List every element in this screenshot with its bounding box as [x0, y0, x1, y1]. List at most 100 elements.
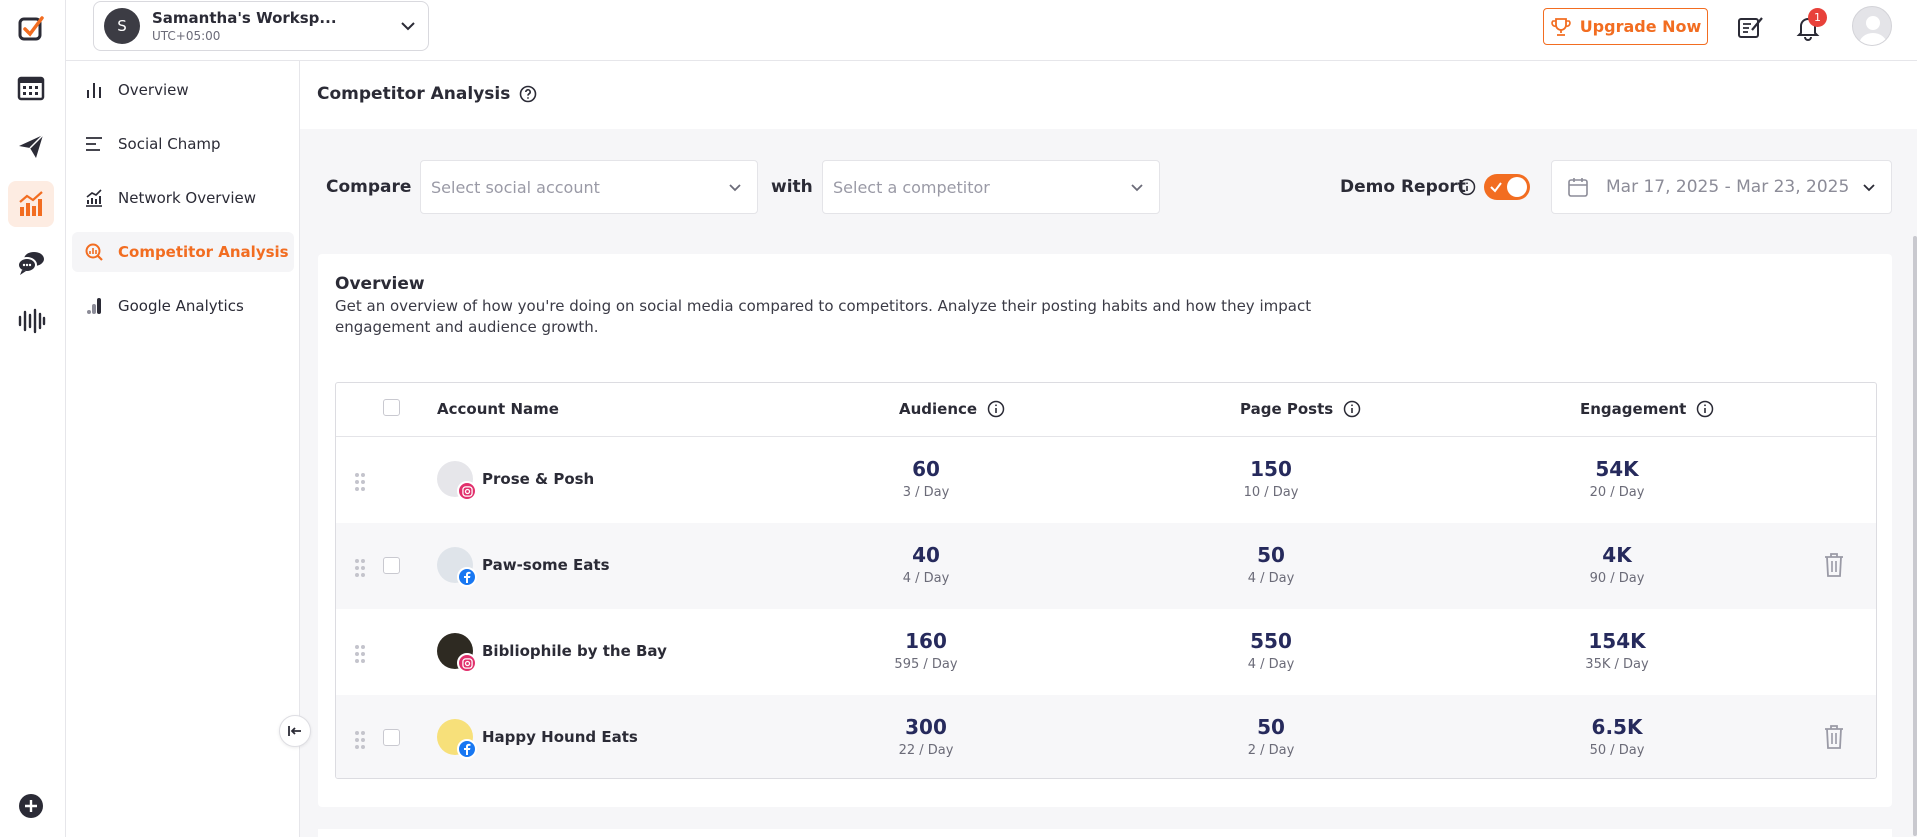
row-checkbox[interactable] — [383, 729, 400, 746]
demo-report-toggle[interactable] — [1484, 174, 1530, 200]
notification-bell-icon[interactable]: 1 — [1791, 8, 1827, 44]
engagement-metric: 154K 35K / Day — [1542, 629, 1692, 672]
drag-handle-icon[interactable] — [353, 557, 367, 579]
info-icon[interactable] — [1696, 400, 1714, 418]
account-avatar — [437, 547, 477, 587]
metric-rate: 35K / Day — [1585, 657, 1649, 672]
social-account-placeholder: Select social account — [431, 177, 600, 197]
metric-value: 60 — [912, 457, 940, 481]
engagement-metric: 54K 20 / Day — [1542, 457, 1692, 500]
metric-rate: 3 / Day — [902, 485, 950, 500]
filter-bar: Compare Select social account with Selec… — [326, 160, 1892, 215]
column-label: Account Name — [437, 400, 559, 418]
chevron-down-icon — [729, 184, 741, 192]
add-icon[interactable] — [8, 783, 54, 829]
metric-value: 50 — [1257, 543, 1285, 567]
overview-title: Overview — [335, 274, 425, 294]
select-all-checkbox[interactable] — [383, 399, 400, 416]
app-root: S Samantha's Worksp... UTC+05:00 Upgrade… — [0, 0, 1917, 837]
drag-handle-icon[interactable] — [353, 643, 367, 665]
page-title-text: Competitor Analysis — [317, 84, 511, 104]
page-header: Competitor Analysis — [300, 61, 1917, 129]
logo-icon[interactable] — [8, 6, 54, 52]
engagement-metric: 4K 90 / Day — [1542, 543, 1692, 586]
user-avatar[interactable] — [1852, 6, 1892, 46]
metric-value: 54K — [1595, 457, 1639, 481]
posts-metric: 50 2 / Day — [1196, 715, 1346, 758]
next-section-card — [318, 829, 1892, 837]
account-name: Paw-some Eats — [482, 556, 610, 574]
account-name: Prose & Posh — [482, 470, 595, 488]
column-label: Engagement — [1580, 400, 1687, 418]
table-row: Prose & Posh 60 3 / Day 150 10 / Day 54K 20… — [336, 437, 1876, 523]
overview-description: Get an overview of how you're doing on s… — [335, 297, 1312, 336]
column-audience: Audience — [899, 400, 1005, 418]
workspace-selector[interactable]: S Samantha's Worksp... UTC+05:00 — [93, 1, 429, 51]
competitor-table: Account Name Audience Page Posts Engagem… — [335, 382, 1877, 779]
metric-rate: 4 / Day — [902, 571, 950, 586]
metric-rate: 90 / Day — [1589, 571, 1645, 586]
icon-rail — [0, 0, 66, 837]
metric-rate: 595 / Day — [894, 657, 958, 672]
analytics-icon[interactable] — [8, 181, 54, 227]
column-engagement: Engagement — [1580, 400, 1714, 418]
posts-metric: 550 4 / Day — [1196, 629, 1346, 672]
table-row: Bibliophile by the Bay 160 595 / Day 550 4… — [336, 609, 1876, 695]
upgrade-button[interactable]: Upgrade Now — [1543, 8, 1708, 45]
facebook-icon — [457, 739, 477, 759]
metric-value: 550 — [1250, 629, 1292, 653]
competitor-select[interactable]: Select a competitor — [822, 160, 1160, 214]
subnav-item-label: Network Overview — [118, 189, 257, 207]
account-avatar — [437, 633, 477, 673]
audio-wave-icon[interactable] — [8, 298, 54, 344]
info-icon[interactable] — [1343, 400, 1361, 418]
demo-report-label: Demo Report — [1340, 177, 1466, 197]
metric-value: 300 — [905, 715, 947, 739]
audience-metric: 300 22 / Day — [851, 715, 1001, 758]
subnav-item-overview[interactable]: Overview — [72, 70, 294, 110]
audience-metric: 160 595 / Day — [851, 629, 1001, 672]
calendar-icon[interactable] — [8, 65, 54, 111]
workspace-avatar: S — [104, 8, 140, 44]
competitor-placeholder: Select a competitor — [833, 177, 990, 197]
collapse-sidebar-button[interactable] — [279, 715, 311, 747]
metric-value: 40 — [912, 543, 940, 567]
help-icon[interactable] — [519, 85, 537, 103]
page-scrollbar[interactable] — [1913, 236, 1917, 836]
account-name: Bibliophile by the Bay — [482, 642, 667, 660]
subnav-item-social-champ[interactable]: Social Champ — [72, 124, 294, 164]
info-icon[interactable] — [1458, 178, 1476, 196]
bar-chart-icon — [87, 83, 101, 98]
date-range-value: Mar 17, 2025 - Mar 23, 2025 — [1606, 177, 1850, 197]
metric-rate: 4 / Day — [1247, 657, 1295, 672]
date-range-picker[interactable]: Mar 17, 2025 - Mar 23, 2025 — [1551, 160, 1892, 214]
column-page-posts: Page Posts — [1240, 400, 1361, 418]
drag-handle-icon[interactable] — [353, 729, 367, 751]
column-account-name: Account Name — [437, 400, 559, 418]
metric-value: 4K — [1602, 543, 1632, 567]
metric-rate: 2 / Day — [1247, 743, 1295, 758]
subnav-item-network-overview[interactable]: Network Overview — [72, 178, 294, 218]
info-icon[interactable] — [987, 400, 1005, 418]
drag-handle-icon[interactable] — [353, 471, 367, 493]
workspace-name: Samantha's Worksp... — [152, 9, 337, 27]
compare-label: Compare — [326, 177, 412, 197]
chevron-down-icon — [401, 22, 415, 31]
subnav-item-label: Overview — [118, 81, 189, 99]
column-label: Page Posts — [1240, 400, 1334, 418]
metric-value: 50 — [1257, 715, 1285, 739]
metric-value: 160 — [905, 629, 947, 653]
chevron-down-icon — [1863, 184, 1875, 192]
row-checkbox[interactable] — [383, 557, 400, 574]
facebook-icon — [457, 567, 477, 587]
social-account-select[interactable]: Select social account — [420, 160, 758, 214]
trash-icon[interactable] — [1822, 551, 1846, 579]
chat-icon[interactable] — [8, 240, 54, 286]
with-label: with — [771, 177, 813, 197]
upgrade-label: Upgrade Now — [1579, 17, 1702, 36]
trash-icon[interactable] — [1822, 723, 1846, 751]
subnav-item-google-analytics[interactable]: Google Analytics — [72, 286, 294, 326]
compose-notes-icon[interactable] — [1733, 10, 1767, 44]
send-icon[interactable] — [8, 123, 54, 169]
subnav-item-competitor-analysis[interactable]: Competitor Analysis — [72, 232, 294, 272]
